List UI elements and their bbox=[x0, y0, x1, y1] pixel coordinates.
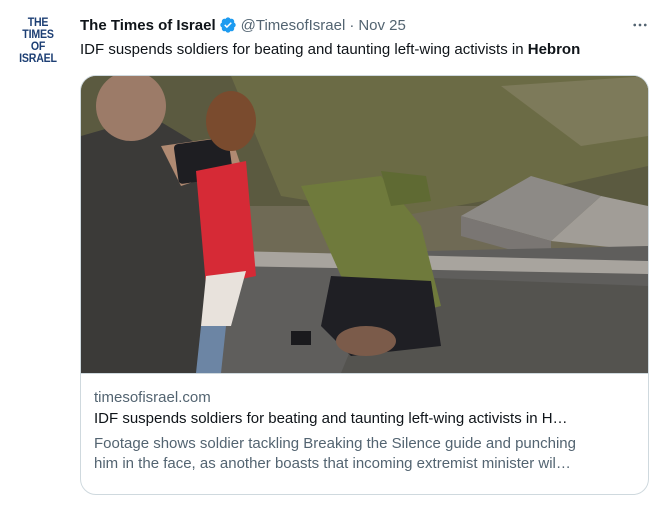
tweet-header: The Times of Israel @TimesofIsrael · Nov… bbox=[80, 14, 650, 36]
card-body[interactable]: timesofisrael.com IDF suspends soldiers … bbox=[81, 373, 648, 494]
tweet-date[interactable]: Nov 25 bbox=[358, 17, 406, 34]
avatar-line-2: OF ISRAEL bbox=[19, 41, 57, 65]
news-photo[interactable] bbox=[81, 76, 648, 373]
avatar[interactable]: THE TIMES OF ISRAEL bbox=[12, 17, 64, 65]
link-card[interactable]: timesofisrael.com IDF suspends soldiers … bbox=[80, 75, 649, 495]
card-description: Footage shows soldier tackling Breaking … bbox=[94, 434, 635, 474]
tweet-text-main: IDF suspends soldiers for beating and ta… bbox=[80, 41, 528, 58]
author-handle[interactable]: @TimesofIsrael bbox=[241, 17, 346, 34]
card-description-line-1: Footage shows soldier tackling Breaking … bbox=[94, 435, 576, 452]
avatar-line-1: THE TIMES bbox=[22, 17, 54, 41]
verified-badge-icon bbox=[219, 16, 237, 34]
card-domain: timesofisrael.com bbox=[94, 389, 211, 406]
author-name[interactable]: The Times of Israel bbox=[80, 17, 216, 34]
tweet-text: IDF suspends soldiers for beating and ta… bbox=[80, 40, 656, 60]
more-options-icon[interactable] bbox=[630, 14, 650, 36]
tweet-text-bold: Hebron bbox=[527, 41, 581, 58]
card-description-line-2: him in the face, as another boasts that … bbox=[94, 455, 571, 472]
separator: · bbox=[349, 16, 355, 34]
card-title: IDF suspends soldiers for beating and ta… bbox=[94, 410, 568, 427]
